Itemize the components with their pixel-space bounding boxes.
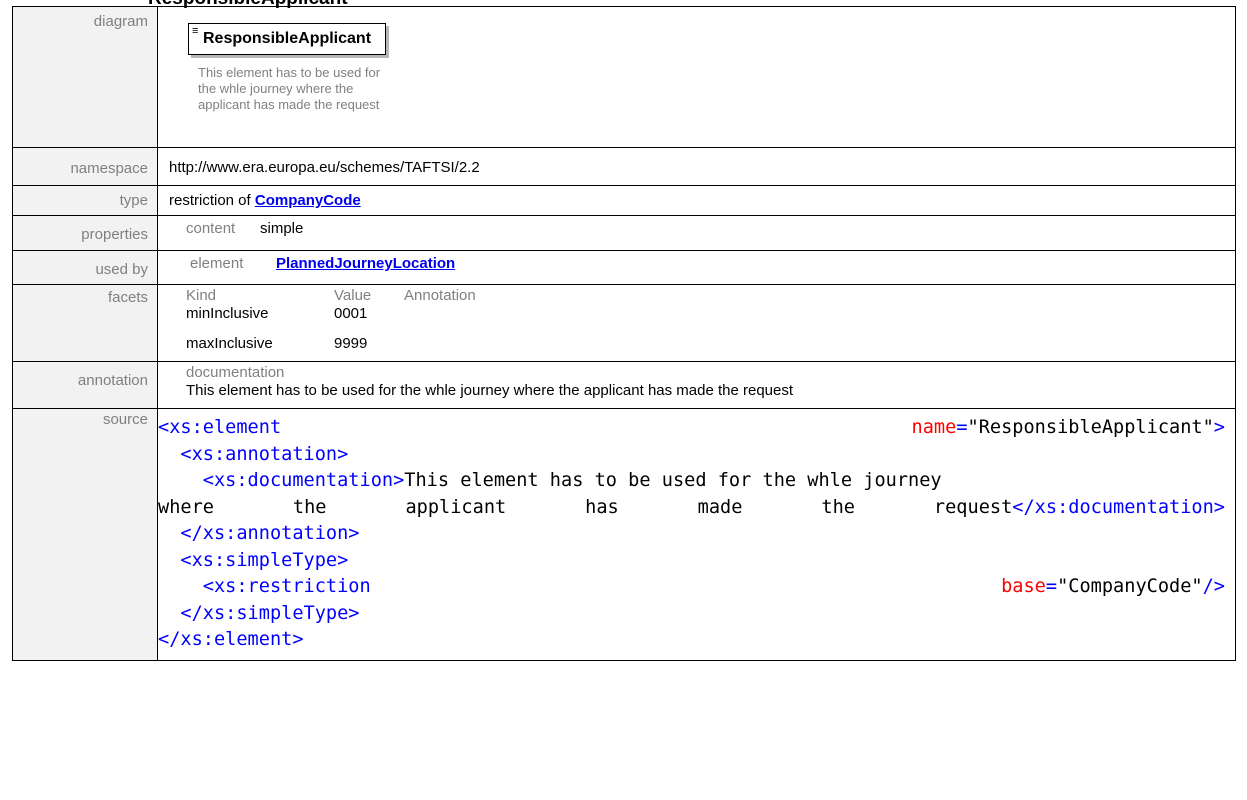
diagram-doc-line: the whle journey where the [198, 81, 354, 96]
source-line: <xs:annotation> [180, 443, 349, 465]
element-diagram: ≡ ResponsibleApplicant This element has … [169, 7, 1235, 145]
source-line: where the applicant has made the request… [158, 496, 1225, 518]
source-line: </xs:simpleType> [180, 602, 360, 624]
row-used-by: used by element PlannedJourneyLocation [12, 250, 1236, 285]
diagram-doc: This element has to be used for the whle… [198, 65, 468, 113]
facets-header-kind: Kind [186, 287, 217, 304]
property-row: content simple [186, 216, 1235, 244]
label-diagram: diagram [12, 6, 158, 148]
row-diagram: diagram ≡ ResponsibleApplicant This elem… [12, 6, 1236, 148]
diagram-cell: ≡ ResponsibleApplicant This element has … [157, 6, 1236, 148]
used-by-row: element PlannedJourneyLocation [186, 251, 1235, 279]
src-name-value: "ResponsibleApplicant" [967, 417, 1214, 438]
facets-header: Kind Value Annotation [186, 287, 1235, 305]
namespace-value: http://www.era.europa.eu/schemes/TAFTSI/… [169, 159, 480, 176]
diagram-element-name: ResponsibleApplicant [203, 30, 372, 47]
property-key: content [186, 220, 236, 237]
row-annotation: annotation documentation This element ha… [12, 361, 1236, 409]
row-properties: properties content simple [12, 215, 1236, 251]
label-source: source [12, 408, 158, 661]
source-line: <xs:element name="ResponsibleApplicant"> [158, 415, 1225, 442]
type-value: restriction of CompanyCode [169, 186, 1235, 214]
property-value: simple [260, 220, 304, 237]
source-line: </xs:element> [158, 629, 304, 650]
label-type: type [12, 185, 158, 216]
facet-value: 0001 [334, 305, 368, 322]
annotation-block: documentation This element has to be use… [186, 362, 1235, 403]
row-source: source <xs:element name="ResponsibleAppl… [12, 408, 1236, 661]
row-facets: facets Kind Value Annotation minInclusiv… [12, 284, 1236, 362]
label-used-by: used by [12, 250, 158, 285]
source-line: <xs:simpleType> [180, 549, 349, 571]
plannedjourneylocation-link[interactable]: PlannedJourneyLocation [276, 255, 455, 272]
source-line: </xs:annotation> [180, 523, 360, 544]
facet-value: 9999 [334, 335, 368, 352]
diagram-doc-line: This element has to be used for [198, 65, 381, 80]
label-namespace: namespace [12, 147, 158, 186]
source-code: <xs:element name="ResponsibleApplicant">… [158, 409, 1235, 660]
facet-row: maxInclusive 9999 [186, 335, 1235, 353]
element-lines-icon: ≡ [192, 25, 199, 37]
facets-header-value: Value [334, 287, 372, 304]
companycode-link[interactable]: CompanyCode [255, 192, 361, 209]
annotation-header: documentation [186, 364, 285, 381]
facets-header-annotation: Annotation [404, 287, 476, 304]
facet-kind: minInclusive [186, 305, 269, 322]
facet-kind: maxInclusive [186, 335, 273, 352]
row-type: type restriction of CompanyCode [12, 185, 1236, 216]
label-facets: facets [12, 284, 158, 362]
diagram-doc-line: applicant has made the request [198, 97, 380, 112]
schema-doc-table: diagram ≡ ResponsibleApplicant This elem… [12, 6, 1236, 661]
type-prefix: restriction of [169, 192, 255, 209]
facets-table: Kind Value Annotation minInclusive 0001 … [186, 285, 1235, 358]
row-namespace: namespace http://www.era.europa.eu/schem… [12, 147, 1236, 186]
source-line: <xs:documentation>This element has to be… [202, 470, 942, 491]
label-properties: properties [12, 215, 158, 251]
annotation-text: This element has to be used for the whle… [186, 382, 794, 399]
label-annotation: annotation [12, 361, 158, 409]
used-by-key: element [190, 255, 244, 272]
source-line: <xs:restriction base="CompanyCode"/> [202, 576, 1225, 597]
facet-row: minInclusive 0001 [186, 305, 1235, 323]
src-element-open: <xs:element [158, 417, 282, 438]
src-name-attr: name [911, 417, 957, 438]
element-box[interactable]: ≡ ResponsibleApplicant [188, 23, 387, 55]
